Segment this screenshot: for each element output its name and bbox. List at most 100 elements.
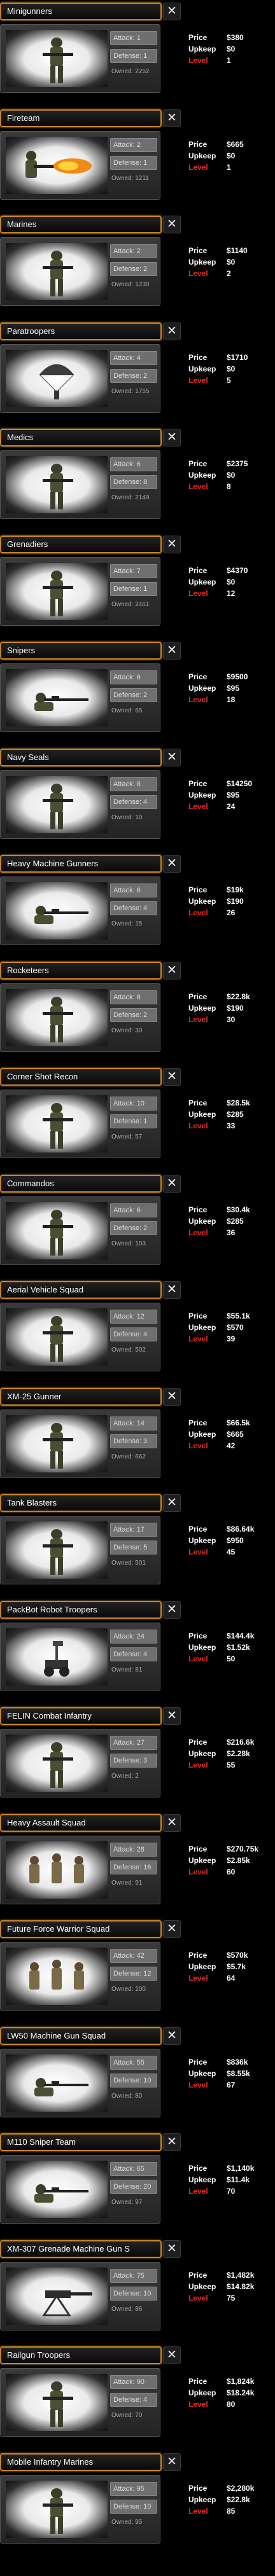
- close-icon[interactable]: ✕: [163, 1281, 181, 1299]
- close-icon[interactable]: ✕: [163, 1068, 181, 1086]
- owned-count: Owned: 81: [111, 1666, 143, 1673]
- upkeep-row: Upkeep $14.82k: [188, 2282, 255, 2291]
- close-icon[interactable]: ✕: [163, 1920, 181, 1938]
- upkeep-row: Upkeep $0: [188, 364, 236, 373]
- unit-info: Price $144.4k Upkeep $1.52k Level 50: [188, 1630, 275, 1665]
- level-row: Level 33: [188, 1121, 236, 1130]
- attack-stat: Attack: 7: [110, 564, 157, 578]
- sniper-figure: [34, 2077, 88, 2096]
- unit-name: Rocketeers: [7, 965, 49, 975]
- upkeep-row: Upkeep $8.55k: [188, 2068, 250, 2078]
- unit-panel: Attack: 65 Defense: 20 Owned: 97: [0, 2155, 160, 2224]
- unit-portrait: [6, 2267, 108, 2325]
- close-icon[interactable]: ✕: [163, 2346, 181, 2364]
- upkeep-row: Upkeep $2.85k: [188, 1855, 250, 1865]
- price-row: Price $144.4k: [188, 1631, 255, 1640]
- upkeep-row: Upkeep $190: [188, 1003, 244, 1013]
- defense-stat: Defense: 2: [110, 262, 157, 276]
- upkeep-row: Upkeep $18.24k: [188, 2388, 255, 2397]
- price-row: Price $1710: [188, 352, 248, 362]
- upkeep-row: Upkeep $0: [188, 151, 236, 160]
- upkeep-row: Upkeep $0: [188, 471, 236, 480]
- unit-name: Snipers: [7, 646, 36, 655]
- close-icon[interactable]: ✕: [163, 748, 181, 766]
- unit-panel: Attack: 14 Defense: 3 Owned: 662: [0, 1409, 160, 1478]
- parachute-figure: [39, 364, 74, 399]
- soldier-figure: [43, 1742, 73, 1788]
- close-icon[interactable]: ✕: [163, 109, 181, 127]
- unit-stats: Attack: 7 Defense: 1 Owned: 2461: [110, 564, 157, 610]
- owned-count: Owned: 1211: [111, 174, 149, 182]
- soldier-figure: [43, 1316, 73, 1362]
- unit-info: Price $86.64k Upkeep $950 Level 45: [188, 1523, 275, 1558]
- close-icon[interactable]: ✕: [163, 2240, 181, 2258]
- close-icon[interactable]: ✕: [163, 855, 181, 873]
- close-icon[interactable]: ✕: [163, 1600, 181, 1619]
- unit-info: Price $216.6k Upkeep $2.28k Level 55: [188, 1736, 275, 1771]
- close-icon[interactable]: ✕: [163, 1813, 181, 1832]
- close-icon[interactable]: ✕: [163, 961, 181, 980]
- unit-name: Marines: [7, 219, 37, 229]
- defense-stat: Defense: 3: [110, 1434, 157, 1448]
- unit-title-bar: Heavy Machine Gunners: [0, 855, 162, 873]
- close-icon[interactable]: ✕: [163, 2026, 181, 2045]
- attack-stat: Attack: 65: [110, 2162, 157, 2176]
- level-row: Level 85: [188, 2506, 236, 2516]
- unit-title-bar: Railgun Troopers: [0, 2346, 162, 2364]
- close-icon[interactable]: ✕: [163, 1494, 181, 1512]
- unit-title-bar: Future Force Warrior Squad: [0, 1920, 162, 1938]
- close-icon[interactable]: ✕: [163, 2453, 181, 2471]
- close-icon[interactable]: ✕: [163, 642, 181, 660]
- level-row: Level 42: [188, 1441, 236, 1450]
- unit-stats: Attack: 28 Defense: 16 Owned: 91: [110, 1842, 157, 1888]
- unit-stats: Attack: 6 Defense: 2 Owned: 65: [110, 670, 157, 716]
- close-icon[interactable]: ✕: [163, 216, 181, 233]
- unit-info: Price $1,482k Upkeep $14.82k Level 75: [188, 2269, 275, 2304]
- unit-info: Price $66.5k Upkeep $665 Level 42: [188, 1417, 275, 1451]
- defense-stat: Defense: 1: [110, 1114, 157, 1128]
- close-icon[interactable]: ✕: [163, 1387, 181, 1406]
- unit-info: Price $22.8k Upkeep $190 Level 30: [188, 991, 275, 1025]
- unit-info: Price $570k Upkeep $5.7k Level 64: [188, 1949, 275, 1984]
- unit-title-bar: Rocketeers: [0, 961, 162, 980]
- unit-card-1: Fireteam ✕ Attack: 2 Defense: 1 Owned: 1…: [0, 107, 275, 216]
- unit-title-bar: Minigunners: [0, 3, 162, 20]
- soldier-figure: [43, 783, 73, 829]
- price-row: Price $380: [188, 33, 244, 42]
- unit-portrait: [6, 1201, 108, 1259]
- unit-card-17: Heavy Assault Squad ✕ Attack: 28 Defense…: [0, 1811, 275, 1921]
- soldier-figure: [43, 1103, 73, 1149]
- unit-portrait: [6, 1628, 108, 1686]
- unit-info: Price $1140 Upkeep $0 Level 2: [188, 245, 275, 279]
- attack-stat: Attack: 2: [110, 244, 157, 258]
- unit-info: Price $1,824k Upkeep $18.24k Level 80: [188, 2376, 275, 2410]
- price-row: Price $28.5k: [188, 1098, 250, 1107]
- close-icon[interactable]: ✕: [163, 1707, 181, 1725]
- unit-panel: Attack: 7 Defense: 1 Owned: 2461: [0, 557, 160, 626]
- owned-count: Owned: 103: [111, 1240, 146, 1247]
- soldier-figure: [43, 996, 73, 1042]
- close-icon[interactable]: ✕: [163, 1174, 181, 1193]
- unit-portrait: [6, 456, 108, 513]
- unit-panel: Attack: 42 Defense: 12 Owned: 100: [0, 1942, 160, 2011]
- unit-title-bar: LW50 Machine Gun Squad: [0, 2026, 162, 2045]
- defense-stat: Defense: 5: [110, 1541, 157, 1555]
- unit-title-bar: Paratroopers: [0, 322, 162, 340]
- close-icon[interactable]: ✕: [163, 2133, 181, 2151]
- close-icon[interactable]: ✕: [163, 3, 181, 20]
- unit-card-14: Tank Blasters ✕ Attack: 17 Defense: 5 Ow…: [0, 1492, 275, 1601]
- owned-count: Owned: 95: [111, 2518, 143, 2526]
- close-icon[interactable]: ✕: [163, 535, 181, 553]
- unit-info: Price $270.75k Upkeep $2.85k Level 60: [188, 1843, 275, 1878]
- close-icon[interactable]: ✕: [163, 322, 181, 340]
- upkeep-row: Upkeep $0: [188, 45, 236, 53]
- attack-stat: Attack: 2: [110, 137, 157, 152]
- upkeep-row: Upkeep $11.4k: [188, 2175, 250, 2184]
- soldier-figure: [43, 251, 73, 296]
- unit-card-23: Mobile Infantry Marines ✕ Attack: 95 Def…: [0, 2451, 275, 2560]
- unit-card-21: XM-307 Grenade Machine Gun S ✕ Attack: 7…: [0, 2238, 275, 2347]
- unit-panel: Attack: 17 Defense: 5 Owned: 501: [0, 1516, 160, 1584]
- unit-title-bar: Snipers: [0, 642, 162, 660]
- close-icon[interactable]: ✕: [163, 429, 181, 447]
- defense-stat: Defense: 10: [110, 2499, 157, 2514]
